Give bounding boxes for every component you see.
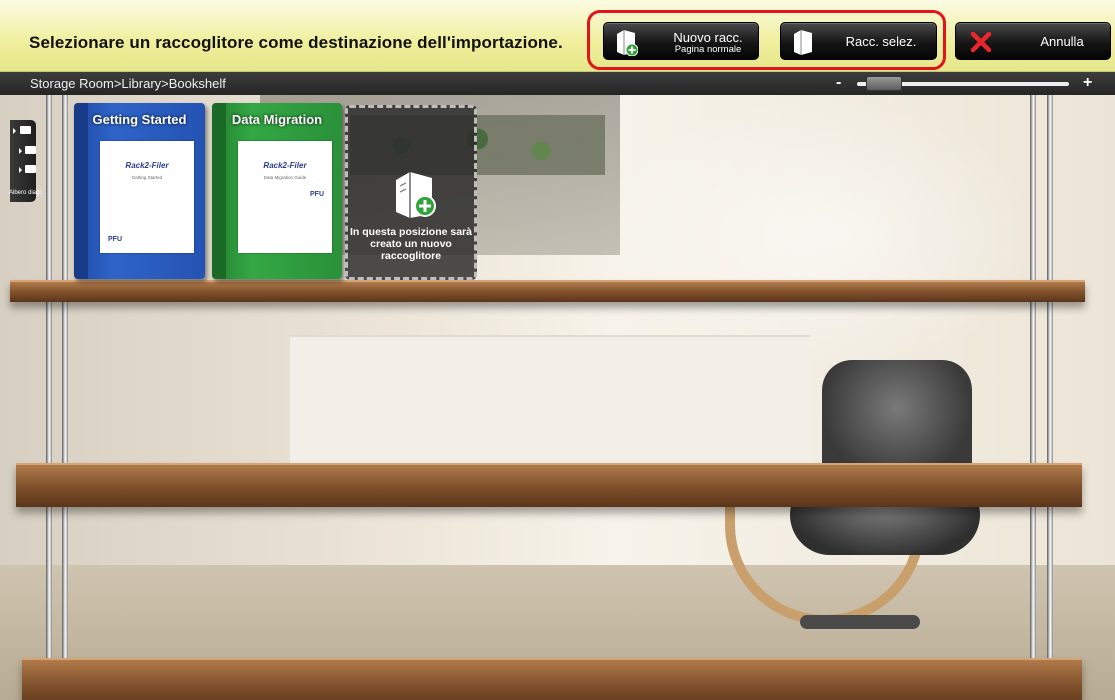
cover-brand: Rack2-Filer [263,161,307,170]
shelf-board [16,463,1082,507]
selected-binder-button[interactable]: Racc. selez. [780,22,937,60]
chair-back [822,360,972,480]
instruction-bar: Selezionare un raccoglitore come destina… [0,0,1115,72]
binder-title: Data Migration [231,112,323,127]
new-binder-button[interactable]: Nuovo racc. Pagina normale [603,22,759,60]
cover-doc-title: Data Migration Guide [263,175,307,180]
breadcrumb: Storage Room>Library>Bookshelf [30,76,226,91]
shelf-upright [46,95,52,700]
new-binder-icon [396,172,436,218]
zoom-out-button[interactable]: - [836,74,841,92]
zoom-in-button[interactable]: + [1083,74,1092,92]
expand-arrow-icon [19,167,22,173]
shelf-upright [1030,95,1036,700]
cover-doc-title: Getting Started [131,175,163,180]
new-binder-sublabel: Pagina normale [674,44,742,55]
cover-brand: Rack2-Filer [125,161,169,170]
cover-maker: PFU [310,191,324,198]
path-bar: Storage Room>Library>Bookshelf - + [0,72,1115,95]
binder-getting-started[interactable]: Getting Started Rack2-Filer Getting Star… [74,103,205,279]
new-binder-icon [617,30,638,56]
binder-cover-page: Rack2-Filer Data Migration Guide PFU [238,141,332,253]
chair-base [800,615,920,629]
new-binder-slot[interactable]: In questa posizione sarà creato un nuovo… [345,105,477,280]
shelf-board [22,658,1082,700]
folder-tree-label: Albero diagr. [9,190,43,196]
shelf-upright [62,95,68,700]
folder-tree-tab[interactable]: Albero diagr. [9,120,43,202]
instruction-text: Selezionare un raccoglitore come destina… [29,33,563,52]
binder-spine [74,103,88,279]
expand-arrow-icon [13,128,16,134]
binder-cover-page: Rack2-Filer Getting Started PFU [100,141,194,253]
zoom-slider-thumb[interactable] [865,76,902,91]
cancel-button[interactable]: Annulla [955,22,1111,60]
new-binder-label: Nuovo racc. [673,30,743,45]
bookshelf-view: Getting Started Rack2-Filer Getting Star… [0,95,1115,700]
binder-icon [794,30,812,55]
binder-spine [212,103,226,279]
folder-icon [25,165,36,173]
expand-arrow-icon [19,148,22,154]
selected-binder-label: Racc. selez. [845,34,917,49]
cover-maker: PFU [108,236,122,243]
new-binder-slot-text: In questa posizione sarà creato un nuovo… [350,226,472,262]
cancel-label: Annulla [1040,34,1084,49]
shelf-board [10,280,1085,302]
folder-icon [25,146,36,154]
folder-icon [20,126,31,134]
shelf-upright [1047,95,1053,700]
binder-title: Getting Started [92,112,187,127]
close-icon [970,31,992,53]
binder-data-migration[interactable]: Data Migration Rack2-Filer Data Migratio… [212,103,342,279]
